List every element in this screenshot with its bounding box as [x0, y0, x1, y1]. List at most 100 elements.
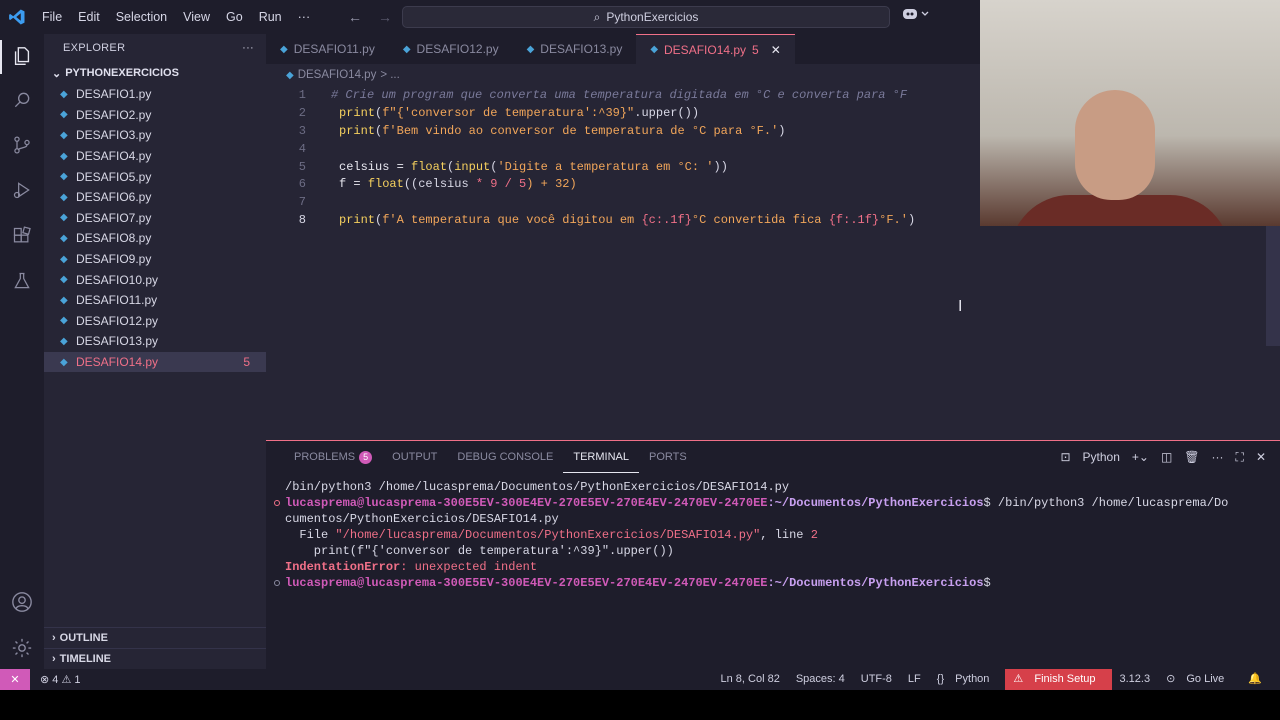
nav-arrows: ← →: [348, 0, 392, 34]
explorer-header: EXPLORER ···: [44, 34, 266, 62]
tab-desafio14[interactable]: ◆ DESAFIO14.py 5 ✕: [636, 34, 795, 64]
file-item[interactable]: ◆ DESAFIO6.py: [44, 187, 266, 208]
outline-section[interactable]: › OUTLINE: [44, 627, 266, 647]
python-file-icon: ◆: [60, 232, 68, 244]
file-item-active[interactable]: ◆ DESAFIO14.py 5: [44, 351, 266, 373]
file-item[interactable]: ◆ DESAFIO13.py: [44, 331, 266, 352]
split-terminal-icon[interactable]: ◫: [1161, 450, 1172, 464]
text-cursor-icon: I: [958, 298, 963, 315]
explorer-icon[interactable]: [10, 44, 34, 68]
file-item[interactable]: ◆ DESAFIO8.py: [44, 228, 266, 249]
file-item[interactable]: ◆ DESAFIO12.py: [44, 311, 266, 332]
run-debug-icon[interactable]: [10, 178, 34, 202]
tab-label: DESAFIO14.py: [664, 42, 747, 57]
problems-badge: 5: [359, 450, 373, 464]
close-panel-icon[interactable]: ✕: [1256, 450, 1266, 464]
chevron-right-icon: ›: [52, 631, 56, 644]
tab-desafio11[interactable]: ◆ DESAFIO11.py: [266, 34, 389, 64]
python-file-icon: ◆: [60, 212, 68, 224]
tab-problems[interactable]: PROBLEMS 5: [284, 441, 382, 473]
settings-gear-icon[interactable]: [10, 636, 34, 660]
trash-icon[interactable]: 🗑: [1184, 450, 1199, 464]
file-item[interactable]: ◆ DESAFIO11.py: [44, 290, 266, 311]
terminal-name[interactable]: Python: [1083, 450, 1120, 464]
source-control-icon[interactable]: [10, 133, 34, 157]
breadcrumb-rest[interactable]: > ...: [380, 69, 400, 81]
indentation[interactable]: Spaces: 4: [788, 669, 853, 690]
tab-output[interactable]: OUTPUT: [382, 441, 447, 473]
finish-setup-button[interactable]: ⚠ Finish Setup: [1005, 669, 1112, 690]
problems-status[interactable]: ⊗ 4 ⚠ 1: [40, 673, 80, 686]
file-item[interactable]: ◆ DESAFIO7.py: [44, 208, 266, 229]
explorer-title: EXPLORER: [63, 42, 126, 54]
python-file-icon: ◆: [650, 44, 659, 55]
go-live-button[interactable]: ⊙ Go Live: [1158, 669, 1240, 690]
encoding[interactable]: UTF-8: [853, 669, 900, 690]
menu-edit[interactable]: Edit: [70, 0, 108, 34]
file-item[interactable]: ◆ DESAFIO2.py: [44, 105, 266, 126]
tab-ports[interactable]: PORTS: [639, 441, 697, 473]
file-item[interactable]: ◆ DESAFIO1.py: [44, 84, 266, 105]
notifications-bell-icon[interactable]: 🔔: [1240, 669, 1270, 690]
cursor-position[interactable]: Ln 8, Col 82: [713, 669, 788, 690]
tab-desafio13[interactable]: ◆ DESAFIO13.py: [512, 34, 637, 64]
python-file-icon: ◆: [526, 43, 535, 55]
back-arrow-icon[interactable]: ←: [348, 9, 362, 25]
tab-debug-console[interactable]: DEBUG CONSOLE: [447, 441, 563, 473]
file-item[interactable]: ◆ DESAFIO10.py: [44, 269, 266, 290]
new-terminal-icon[interactable]: +⌄: [1132, 450, 1149, 464]
timeline-section[interactable]: › TIMELINE: [44, 648, 266, 668]
python-file-icon: ◆: [60, 315, 68, 327]
account-icon[interactable]: [10, 590, 34, 614]
line-number: 8: [298, 213, 306, 228]
menu-run[interactable]: Run: [251, 0, 290, 34]
tab-desafio12[interactable]: ◆ DESAFIO12.py: [388, 34, 513, 64]
remote-indicator-icon[interactable]: ✕: [0, 669, 30, 690]
extensions-icon[interactable]: [10, 224, 34, 248]
menu-more[interactable]: ···: [290, 0, 319, 34]
breadcrumb-file[interactable]: DESAFIO14.py: [298, 69, 377, 81]
close-icon[interactable]: ✕: [771, 43, 781, 57]
file-name: DESAFIO8.py: [76, 231, 152, 246]
end-of-line[interactable]: LF: [900, 669, 929, 690]
maximize-panel-icon[interactable]: ⛶: [1236, 450, 1244, 465]
terminal-path: :~/Documentos/PythonExercicios: [767, 576, 984, 590]
python-file-icon: ◆: [280, 43, 288, 55]
menu-file[interactable]: File: [34, 0, 70, 34]
menu-go[interactable]: Go: [218, 0, 251, 34]
python-file-icon: ◆: [60, 191, 68, 203]
testing-icon[interactable]: [10, 269, 34, 293]
finish-setup-label: Finish Setup: [1034, 673, 1096, 685]
bottom-panel: PROBLEMS 5 OUTPUT DEBUG CONSOLE TERMINAL …: [266, 440, 1280, 669]
folder-header[interactable]: ⌄ PYTHONEXERCICIOS: [44, 62, 266, 84]
more-actions-icon[interactable]: ···: [242, 42, 254, 54]
forward-arrow-icon[interactable]: →: [378, 9, 392, 25]
tab-terminal[interactable]: TERMINAL: [563, 441, 639, 473]
file-item[interactable]: ◆ DESAFIO5.py: [44, 166, 266, 187]
terminal-line: print(f"{'conversor de temperatura':^39}…: [285, 544, 674, 558]
python-version[interactable]: 3.12.3: [1112, 669, 1159, 690]
menu-bar: File Edit Selection View Go Run ···: [34, 0, 318, 34]
file-name: DESAFIO10.py: [76, 272, 159, 287]
menu-view[interactable]: View: [175, 0, 218, 34]
timeline-label: TIMELINE: [59, 652, 112, 665]
terminal-output[interactable]: /bin/python3 /home/lucasprema/Documentos…: [266, 479, 1266, 591]
file-item[interactable]: ◆ DESAFIO9.py: [44, 249, 266, 270]
editor-scrollbar[interactable]: [1266, 226, 1280, 346]
search-icon[interactable]: [10, 88, 34, 112]
copilot-icon[interactable]: [902, 6, 932, 25]
more-actions-icon[interactable]: ···: [1212, 450, 1224, 464]
file-item[interactable]: ◆ DESAFIO4.py: [44, 146, 266, 167]
file-item[interactable]: ◆ DESAFIO3.py: [44, 125, 266, 146]
panel-actions: ⊡ Python +⌄ ◫ 🗑 ··· ⛶ ✕: [1060, 441, 1266, 473]
vscode-logo-icon: [0, 0, 34, 34]
tab-label: DESAFIO13.py: [540, 42, 623, 56]
language-mode[interactable]: {} Python: [929, 669, 1006, 690]
outline-label: OUTLINE: [59, 631, 108, 644]
menu-selection[interactable]: Selection: [108, 0, 175, 34]
code-string: 'Digite a temperatura em °C: ': [497, 159, 714, 174]
go-live-label: Go Live: [1186, 673, 1225, 685]
idle-dot-icon: [274, 580, 280, 586]
folder-name: PYTHONEXERCICIOS: [65, 67, 179, 79]
command-center-search[interactable]: ⌕ PythonExercicios: [402, 6, 890, 28]
